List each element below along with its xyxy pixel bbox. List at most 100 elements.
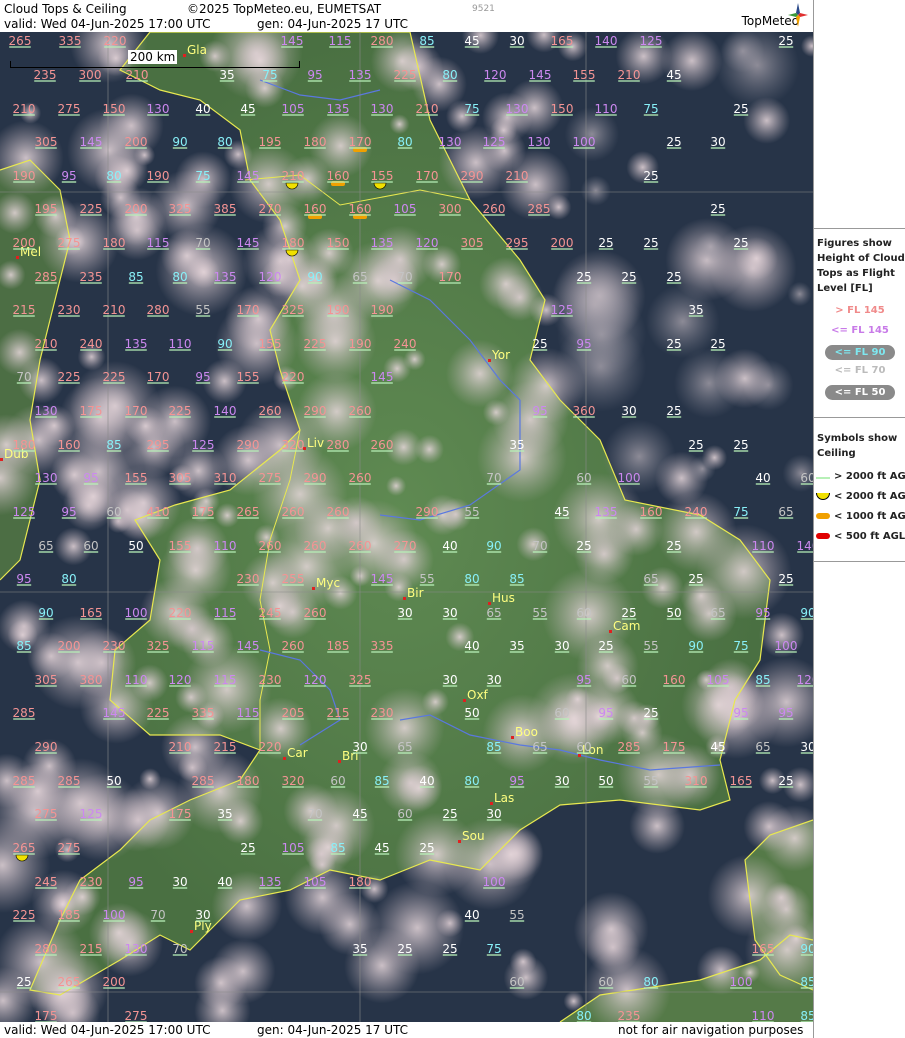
cloud-top-value[interactable]: 95 — [509, 774, 524, 788]
cloud-top-value[interactable]: 50 — [106, 774, 121, 788]
cloud-top-value[interactable]: 220 — [104, 34, 127, 48]
cloud-top-value[interactable]: 60 — [554, 706, 569, 720]
cloud-top-value[interactable]: 230 — [371, 706, 394, 720]
cloud-top-value[interactable]: 180 — [237, 774, 260, 788]
cloud-top-value[interactable]: 50 — [128, 539, 143, 553]
cloud-top-value[interactable]: 285 — [13, 706, 36, 720]
cloud-top-value[interactable]: 25 — [778, 774, 793, 788]
cloud-top-value[interactable]: 60 — [509, 975, 524, 989]
cloud-top-value[interactable]: 300 — [79, 68, 102, 82]
cloud-top-value[interactable]: 260 — [371, 438, 394, 452]
cloud-top-value[interactable]: 165 — [730, 774, 753, 788]
cloud-top-value[interactable]: 50 — [464, 706, 479, 720]
cloud-top-value[interactable]: 25 — [666, 135, 681, 149]
cloud-top-value[interactable]: 120 — [484, 68, 507, 82]
cloud-top-value[interactable]: 225 — [169, 404, 192, 418]
cloud-top-value[interactable]: 135 — [595, 505, 618, 519]
cloud-top-value[interactable]: 325 — [147, 639, 170, 653]
cloud-top-value[interactable]: 225 — [13, 908, 36, 922]
cloud-top-value[interactable]: 180 — [282, 236, 305, 250]
cloud-top-value[interactable]: 210 — [169, 740, 192, 754]
cloud-top-value[interactable]: 235 — [80, 270, 103, 284]
cloud-top-value[interactable]: 40 — [419, 774, 434, 788]
cloud-top-value[interactable]: 225 — [58, 370, 81, 384]
cloud-top-value[interactable]: 90 — [217, 337, 232, 351]
city-label[interactable]: Bir — [407, 586, 424, 600]
cloud-top-value[interactable]: 90 — [307, 270, 322, 284]
cloud-top-value[interactable]: 290 — [237, 438, 260, 452]
cloud-top-value[interactable]: 25 — [688, 572, 703, 586]
cloud-top-value[interactable]: 30 — [442, 673, 457, 687]
cloud-top-value[interactable]: 140 — [214, 404, 237, 418]
cloud-top-value[interactable]: 95 — [576, 337, 591, 351]
cloud-top-value[interactable]: 190 — [147, 169, 170, 183]
cloud-top-value[interactable]: 145 — [237, 169, 260, 183]
cloud-top-value[interactable]: 40 — [195, 102, 210, 116]
cloud-top-value[interactable]: 95 — [778, 706, 793, 720]
cloud-top-value[interactable]: 260 — [304, 606, 327, 620]
cloud-top-value[interactable]: 135 — [125, 337, 148, 351]
cloud-top-value[interactable]: 175 — [192, 505, 215, 519]
cloud-top-value[interactable]: 100 — [775, 639, 798, 653]
cloud-top-value[interactable]: 195 — [35, 202, 58, 216]
cloud-top-value[interactable]: 85 — [755, 673, 770, 687]
cloud-top-value[interactable]: 285 — [13, 774, 36, 788]
cloud-top-value[interactable]: 25 — [710, 202, 725, 216]
cloud-top-value[interactable]: 35 — [688, 303, 703, 317]
cloud-top-value[interactable]: 120 — [259, 270, 282, 284]
cloud-top-value[interactable]: 30 — [486, 673, 501, 687]
cloud-top-value[interactable]: 25 — [442, 807, 457, 821]
cloud-top-value[interactable]: 25 — [733, 438, 748, 452]
cloud-top-value[interactable]: 55 — [509, 908, 524, 922]
cloud-top-value[interactable]: 45 — [374, 841, 389, 855]
cloud-top-value[interactable]: 55 — [643, 639, 658, 653]
cloud-top-value[interactable]: 275 — [58, 841, 81, 855]
cloud-top-value[interactable]: 60 — [621, 673, 636, 687]
cloud-top-value[interactable]: 100 — [573, 135, 596, 149]
cloud-top-value[interactable]: 65 — [397, 740, 412, 754]
cloud-top-value[interactable]: 170 — [125, 404, 148, 418]
cloud-top-value[interactable]: 285 — [192, 774, 215, 788]
cloud-top-value[interactable]: 290 — [416, 505, 439, 519]
cloud-top-value[interactable]: 230 — [237, 572, 260, 586]
cloud-top-value[interactable]: 265 — [237, 505, 260, 519]
cloud-top-value[interactable]: 305 — [35, 673, 58, 687]
cloud-top-value[interactable]: 290 — [461, 169, 484, 183]
cloud-top-value[interactable]: 25 — [16, 975, 31, 989]
cloud-top-value[interactable]: 280 — [35, 942, 58, 956]
cloud-top-value[interactable]: 210 — [103, 303, 126, 317]
cloud-top-value[interactable]: 165 — [80, 606, 103, 620]
cloud-top-value[interactable]: 95 — [61, 505, 76, 519]
cloud-top-value[interactable]: 30 — [509, 34, 524, 48]
cloud-top-value[interactable]: 80 — [442, 68, 457, 82]
cloud-top-value[interactable]: 120 — [797, 673, 813, 687]
cloud-top-value[interactable]: 185 — [327, 639, 350, 653]
cloud-top-value[interactable]: 180 — [349, 875, 372, 889]
cloud-top-value[interactable]: 85 — [419, 34, 434, 48]
cloud-top-value[interactable]: 100 — [483, 875, 506, 889]
cloud-top-value[interactable]: 145 — [281, 34, 304, 48]
cloud-top-value[interactable]: 55 — [419, 572, 434, 586]
cloud-top-value[interactable]: 30 — [352, 740, 367, 754]
city-label[interactable]: Hus — [492, 591, 515, 605]
cloud-top-value[interactable]: 95 — [128, 875, 143, 889]
cloud-top-value[interactable]: 125 — [483, 135, 506, 149]
cloud-top-value[interactable]: 80 — [576, 1009, 591, 1022]
cloud-top-value[interactable]: 25 — [688, 438, 703, 452]
cloud-tops-map[interactable]: Gla Yor Liv Myc Bir Hus Cam Oxf Boo Lon Car Bri Las S… — [0, 32, 813, 1022]
cloud-top-value[interactable]: 25 — [666, 337, 681, 351]
cloud-top-value[interactable]: 275 — [125, 1009, 148, 1022]
cloud-top-value[interactable]: 130 — [506, 102, 529, 116]
cloud-top-value[interactable]: 130 — [35, 404, 58, 418]
cloud-top-value[interactable]: 275 — [35, 807, 58, 821]
cloud-top-value[interactable]: 155 — [169, 539, 192, 553]
cloud-top-value[interactable]: 60 — [800, 471, 813, 485]
cloud-top-value[interactable]: 40 — [442, 539, 457, 553]
cloud-top-value[interactable]: 160 — [327, 169, 350, 183]
cloud-top-value[interactable]: 105 — [394, 202, 417, 216]
cloud-top-value[interactable]: 115 — [214, 673, 237, 687]
cloud-top-value[interactable]: 110 — [752, 539, 775, 553]
cloud-top-value[interactable]: 70 — [150, 908, 165, 922]
cloud-top-value[interactable]: 245 — [35, 875, 58, 889]
cloud-top-value[interactable]: 160 — [304, 202, 327, 216]
